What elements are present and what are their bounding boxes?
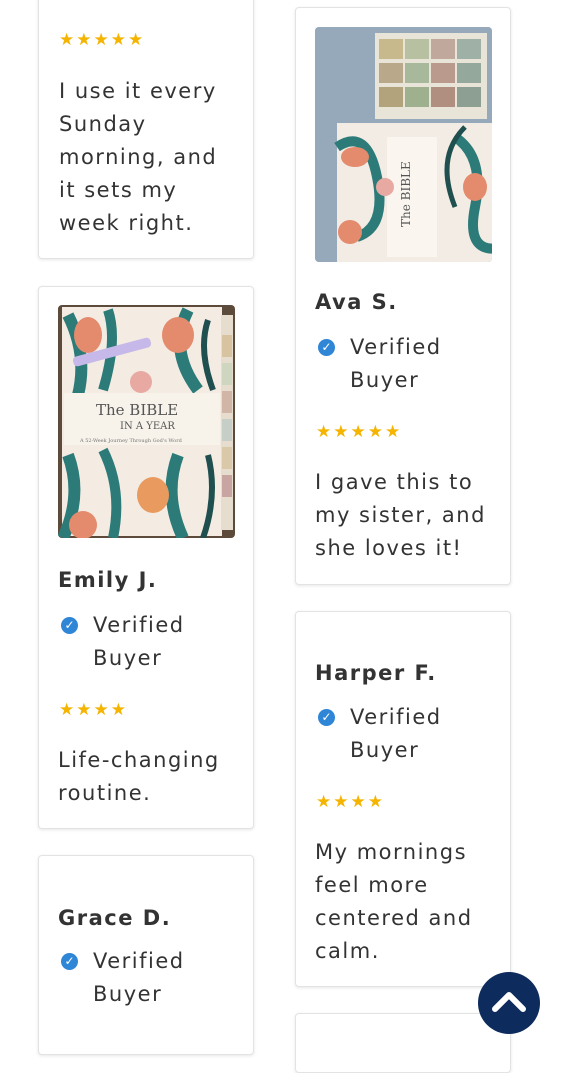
planner-photo-image: The BIBLE bbox=[315, 27, 492, 262]
review-photo[interactable]: The BIBLE bbox=[315, 27, 492, 262]
review-card: Harper F. ✓ Verified Buyer ★★★★ My morni… bbox=[295, 611, 511, 987]
star-rating: ★★★★ bbox=[316, 792, 385, 812]
check-circle-icon: ✓ bbox=[318, 339, 335, 356]
verified-badge: ✓ Verified Buyer bbox=[61, 609, 203, 675]
review-text: I use it every Sunday morning, and it se… bbox=[59, 79, 218, 235]
verified-badge: ✓ Verified Buyer bbox=[61, 945, 203, 1011]
reviewer-name: Emily J. bbox=[58, 568, 158, 592]
reviewer-name: Grace D. bbox=[58, 906, 172, 930]
check-circle-icon: ✓ bbox=[318, 709, 335, 726]
review-card: The BIBLE Ava S. ✓ Verified Buyer ★★★★★ … bbox=[295, 7, 511, 585]
verified-label: Verified Buyer bbox=[93, 949, 185, 1006]
book-subtitle: A 52-Week Journey Through God's Word bbox=[79, 438, 183, 444]
review-text: Life-changing routine. bbox=[58, 748, 220, 805]
svg-text:The BIBLE: The BIBLE bbox=[399, 161, 413, 227]
verified-label: Verified Buyer bbox=[350, 705, 442, 762]
reviewer-name: Harper F. bbox=[315, 661, 437, 685]
review-text: My mornings feel more centered and calm. bbox=[315, 840, 473, 963]
verified-label: Verified Buyer bbox=[350, 335, 442, 392]
chevron-up-icon bbox=[492, 992, 526, 1012]
star-rating: ★★★★★ bbox=[59, 30, 146, 50]
verified-label: Verified Buyer bbox=[93, 613, 185, 670]
review-card: ★★★★★ I use it every Sunday morning, and… bbox=[38, 0, 254, 259]
review-photo[interactable]: The BIBLE IN A YEAR A 52-Week Journey Th… bbox=[58, 305, 235, 538]
verified-badge: ✓ Verified Buyer bbox=[318, 331, 460, 397]
star-rating: ★★★★ bbox=[59, 700, 128, 720]
back-to-top-button[interactable] bbox=[478, 972, 540, 1034]
book-title: The BIBLE bbox=[96, 401, 178, 419]
review-card: Grace D. ✓ Verified Buyer bbox=[38, 855, 254, 1055]
check-circle-icon: ✓ bbox=[61, 953, 78, 970]
reviewer-name: Ava S. bbox=[315, 290, 398, 314]
planner-photo-image: The BIBLE IN A YEAR A 52-Week Journey Th… bbox=[58, 305, 235, 538]
verified-badge: ✓ Verified Buyer bbox=[318, 701, 460, 767]
review-text: I gave this to my sister, and she loves … bbox=[315, 470, 486, 560]
review-card: The BIBLE IN A YEAR A 52-Week Journey Th… bbox=[38, 286, 254, 829]
check-circle-icon: ✓ bbox=[61, 617, 78, 634]
book-title-sub: IN A YEAR bbox=[120, 421, 175, 432]
star-rating: ★★★★★ bbox=[316, 422, 403, 442]
